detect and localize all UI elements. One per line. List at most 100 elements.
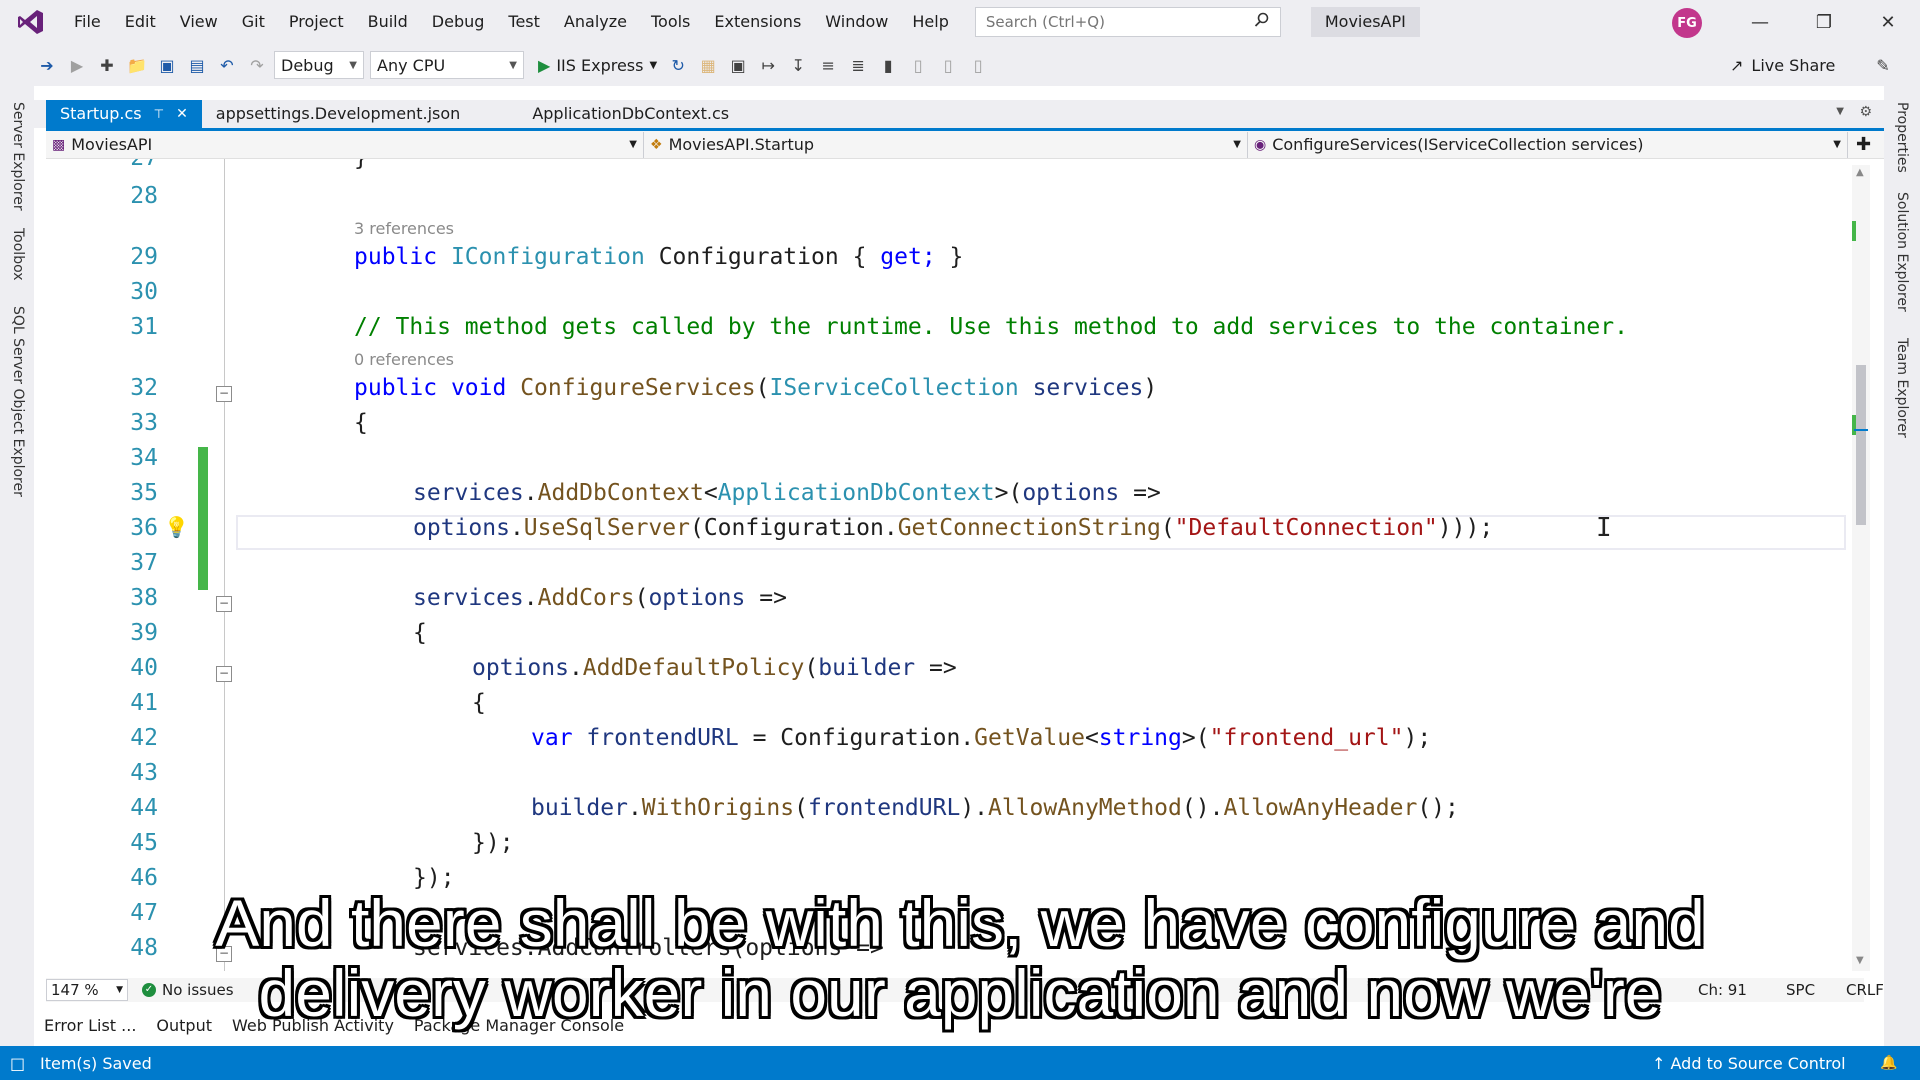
code-line-41: 41 { [46,686,1864,721]
feedback-icon[interactable]: ✎ [1870,52,1896,78]
navigate-forward-icon[interactable]: ▶ [64,52,90,78]
csharp-project-icon: ▩ [52,136,66,153]
team-explorer-tab[interactable]: Team Explorer [1894,338,1910,438]
line-number: 34 [130,445,158,471]
document-tabs: Startup.cs ⊤ ✕ appsettings.Development.j… [34,100,1884,128]
save-all-icon[interactable]: ▤ [184,52,210,78]
code-line-39: 39 { [46,616,1864,651]
code-line-38: 38 services.AddCors(options => [46,581,1864,616]
close-window-icon[interactable]: ✕ [1860,0,1916,44]
chevron-down-icon: ▼ [629,139,637,150]
code-line-45: 45 }); [46,826,1864,861]
code-text: builder.WithOrigins(frontendURL).AllowAn… [531,795,1459,821]
menu-extensions[interactable]: Extensions [702,0,813,44]
close-icon[interactable]: ✕ [176,100,188,128]
project-dropdown[interactable]: ▩ MoviesAPI ▼ [46,131,644,158]
configuration-dropdown[interactable]: Debug ▼ [274,51,364,79]
step-into-icon[interactable]: ↦ [755,52,781,78]
add-to-source-control-button[interactable]: ↑ Add to Source Control [1652,1054,1846,1073]
properties-tab[interactable]: Properties [1894,102,1910,173]
menu-test[interactable]: Test [496,0,552,44]
settings-icon[interactable]: ⚙ [1859,104,1872,120]
tab-list-chevron-icon[interactable]: ▼ [1836,106,1844,117]
project-name: MoviesAPI [71,135,153,154]
solution-explorer-tab[interactable]: Solution Explorer [1894,192,1910,312]
live-share-button[interactable]: ↗ Live Share [1730,44,1835,86]
visual-studio-logo-icon[interactable] [0,0,62,44]
menu-file[interactable]: File [62,0,113,44]
line-number: 41 [130,690,158,716]
split-editor-icon[interactable]: ✚ [1856,134,1871,155]
collapse-toggle[interactable]: − [216,596,232,612]
outdent-icon[interactable]: ≣ [845,52,871,78]
scroll-up-icon[interactable]: ▲ [1856,167,1864,178]
text-cursor-icon: I [1596,513,1612,543]
codelens-references[interactable]: 0 references [354,350,454,369]
toolbox-tab[interactable]: Toolbox [10,228,26,281]
step-over-icon[interactable]: ↧ [785,52,811,78]
bookmark-icon[interactable]: ▮ [875,52,901,78]
chevron-down-icon: ▼ [509,59,517,71]
search-input[interactable] [985,13,1254,31]
code-line-43: 43 [46,756,1864,791]
menu-help[interactable]: Help [900,0,960,44]
chevron-down-icon: ▼ [1233,139,1241,150]
clear-bookmarks-icon[interactable]: ▯ [965,52,991,78]
menu-window[interactable]: Window [813,0,900,44]
editor-vertical-scrollbar[interactable]: ▲ ▼ [1852,165,1870,971]
menu-tools[interactable]: Tools [639,0,702,44]
code-line-32: 32 public void ConfigureServices(IServic… [46,371,1864,406]
refresh-icon[interactable]: ↻ [665,52,691,78]
notifications-icon[interactable]: 🔔 [1880,1055,1897,1071]
tab-label: Startup.cs [60,104,142,123]
menu-build[interactable]: Build [356,0,420,44]
codelens-references[interactable]: 3 references [354,219,454,238]
prev-bookmark-icon[interactable]: ▯ [905,52,931,78]
line-number: 27 [86,159,158,176]
code-text: services.AddCors(options => [413,585,787,611]
indent-icon[interactable]: ≡ [815,52,841,78]
code-comment: // This method gets called by the runtim… [354,314,1628,340]
undo-icon[interactable]: ↶ [214,52,240,78]
line-number: 36 [130,515,158,541]
minimize-icon[interactable]: — [1732,0,1788,44]
tab-appsettings-development-json[interactable]: appsettings.Development.json [202,100,475,128]
next-bookmark-icon[interactable]: ▯ [935,52,961,78]
browser-link-icon[interactable]: ▦ [695,52,721,78]
member-dropdown[interactable]: ◉ ConfigureServices(IServiceCollection se… [1248,131,1848,158]
collapse-toggle[interactable]: − [216,666,232,682]
save-icon[interactable]: ▣ [154,52,180,78]
arrow-up-icon: ↑ [1652,1053,1671,1073]
redo-icon[interactable]: ↷ [244,52,270,78]
collapse-toggle[interactable]: − [216,386,232,402]
tab-applicationdbcontext-cs[interactable]: ApplicationDbContext.cs [518,100,743,128]
server-explorer-tab[interactable]: Server Explorer [10,102,26,211]
code-editor[interactable]: 27 } 28 3 references 29 public IConfigur… [46,159,1864,971]
menu-project[interactable]: Project [277,0,356,44]
platform-dropdown[interactable]: Any CPU ▼ [370,51,524,79]
menu-git[interactable]: Git [230,0,277,44]
pin-icon[interactable]: ⊤ [154,100,164,128]
code-text: options.UseSqlServer(Configuration.GetCo… [413,515,1494,541]
restore-icon[interactable]: ❐ [1796,0,1852,44]
screenshot-icon[interactable]: ▣ [725,52,751,78]
menu-view[interactable]: View [168,0,230,44]
sql-server-object-explorer-tab[interactable]: SQL Server Object Explorer [10,306,26,497]
class-dropdown[interactable]: ❖ MoviesAPI.Startup ▼ [644,131,1248,158]
code-text: public void ConfigureServices(IServiceCo… [354,375,1158,401]
navigate-back-icon[interactable]: ➔ [34,52,60,78]
lightbulb-icon[interactable]: 💡 [164,515,189,539]
configuration-value: Debug [281,55,334,75]
line-number: 45 [130,830,158,856]
menu-debug[interactable]: Debug [420,0,497,44]
menu-edit[interactable]: Edit [113,0,168,44]
scrollbar-thumb[interactable] [1856,365,1866,525]
new-project-icon[interactable]: ✚ [94,52,120,78]
tab-startup-cs[interactable]: Startup.cs ⊤ ✕ [46,100,202,128]
menu-analyze[interactable]: Analyze [552,0,639,44]
user-avatar[interactable]: FG [1672,8,1702,38]
search-box[interactable] [974,7,1281,37]
line-number: 29 [130,244,158,270]
run-button[interactable]: ▶ IIS Express ▼ [538,56,657,75]
open-folder-icon[interactable]: 📁 [124,52,150,78]
